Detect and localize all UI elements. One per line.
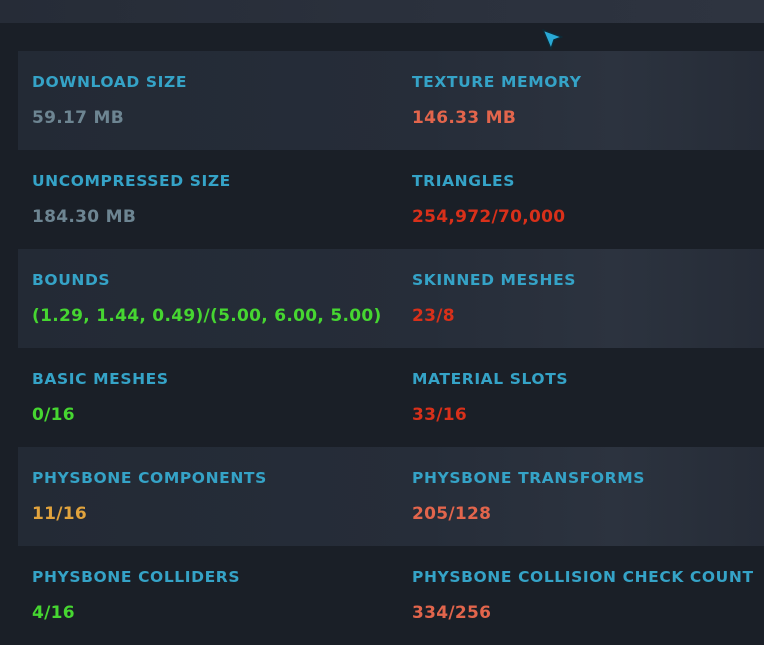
stat-value: 59.17 MB [32,108,124,128]
stat-row: PHYSBONE COMPONENTS 11/16 PHYSBONE TRANS… [18,447,764,546]
stat-value: (1.29, 1.44, 0.49)/(5.00, 6.00, 5.00) [32,306,382,326]
stat-value: 0/16 [32,405,75,425]
mouse-pointer-icon [541,28,565,52]
stat-value: 146.33 MB [412,108,517,128]
stat-value: 334/256 [412,603,492,623]
stat-value: 254,972/70,000 [412,207,566,227]
stat-value: 205/128 [412,504,492,524]
stat-label: TRIANGLES [412,172,515,190]
stat-label: BOUNDS [32,271,111,289]
stat-label: TEXTURE MEMORY [412,73,582,91]
stat-row: BOUNDS (1.29, 1.44, 0.49)/(5.00, 6.00, 5… [18,249,764,348]
stat-value: 23/8 [412,306,455,326]
stat-label: MATERIAL SLOTS [412,370,569,388]
top-bar [0,0,764,23]
stat-value: 4/16 [32,603,75,623]
stat-label: PHYSBONE COLLIDERS [32,568,241,586]
stat-label: UNCOMPRESSED SIZE [32,172,231,190]
stat-row: DOWNLOAD SIZE 59.17 MB TEXTURE MEMORY 14… [18,51,764,150]
stat-label: SKINNED MESHES [412,271,577,289]
stat-label: DOWNLOAD SIZE [32,73,188,91]
stat-value: 184.30 MB [32,207,137,227]
stat-label: PHYSBONE COMPONENTS [32,469,267,487]
stat-row: PHYSBONE COLLIDERS 4/16 PHYSBONE COLLISI… [18,546,764,645]
stat-value: 33/16 [412,405,468,425]
performance-stats-panel: DOWNLOAD SIZE 59.17 MB TEXTURE MEMORY 14… [18,51,764,645]
stat-value: 11/16 [32,504,88,524]
stat-label: PHYSBONE COLLISION CHECK COUNT [412,568,754,586]
stat-label: PHYSBONE TRANSFORMS [412,469,645,487]
stat-row: UNCOMPRESSED SIZE 184.30 MB TRIANGLES 25… [18,150,764,249]
stat-row: BASIC MESHES 0/16 MATERIAL SLOTS 33/16 [18,348,764,447]
stat-label: BASIC MESHES [32,370,169,388]
